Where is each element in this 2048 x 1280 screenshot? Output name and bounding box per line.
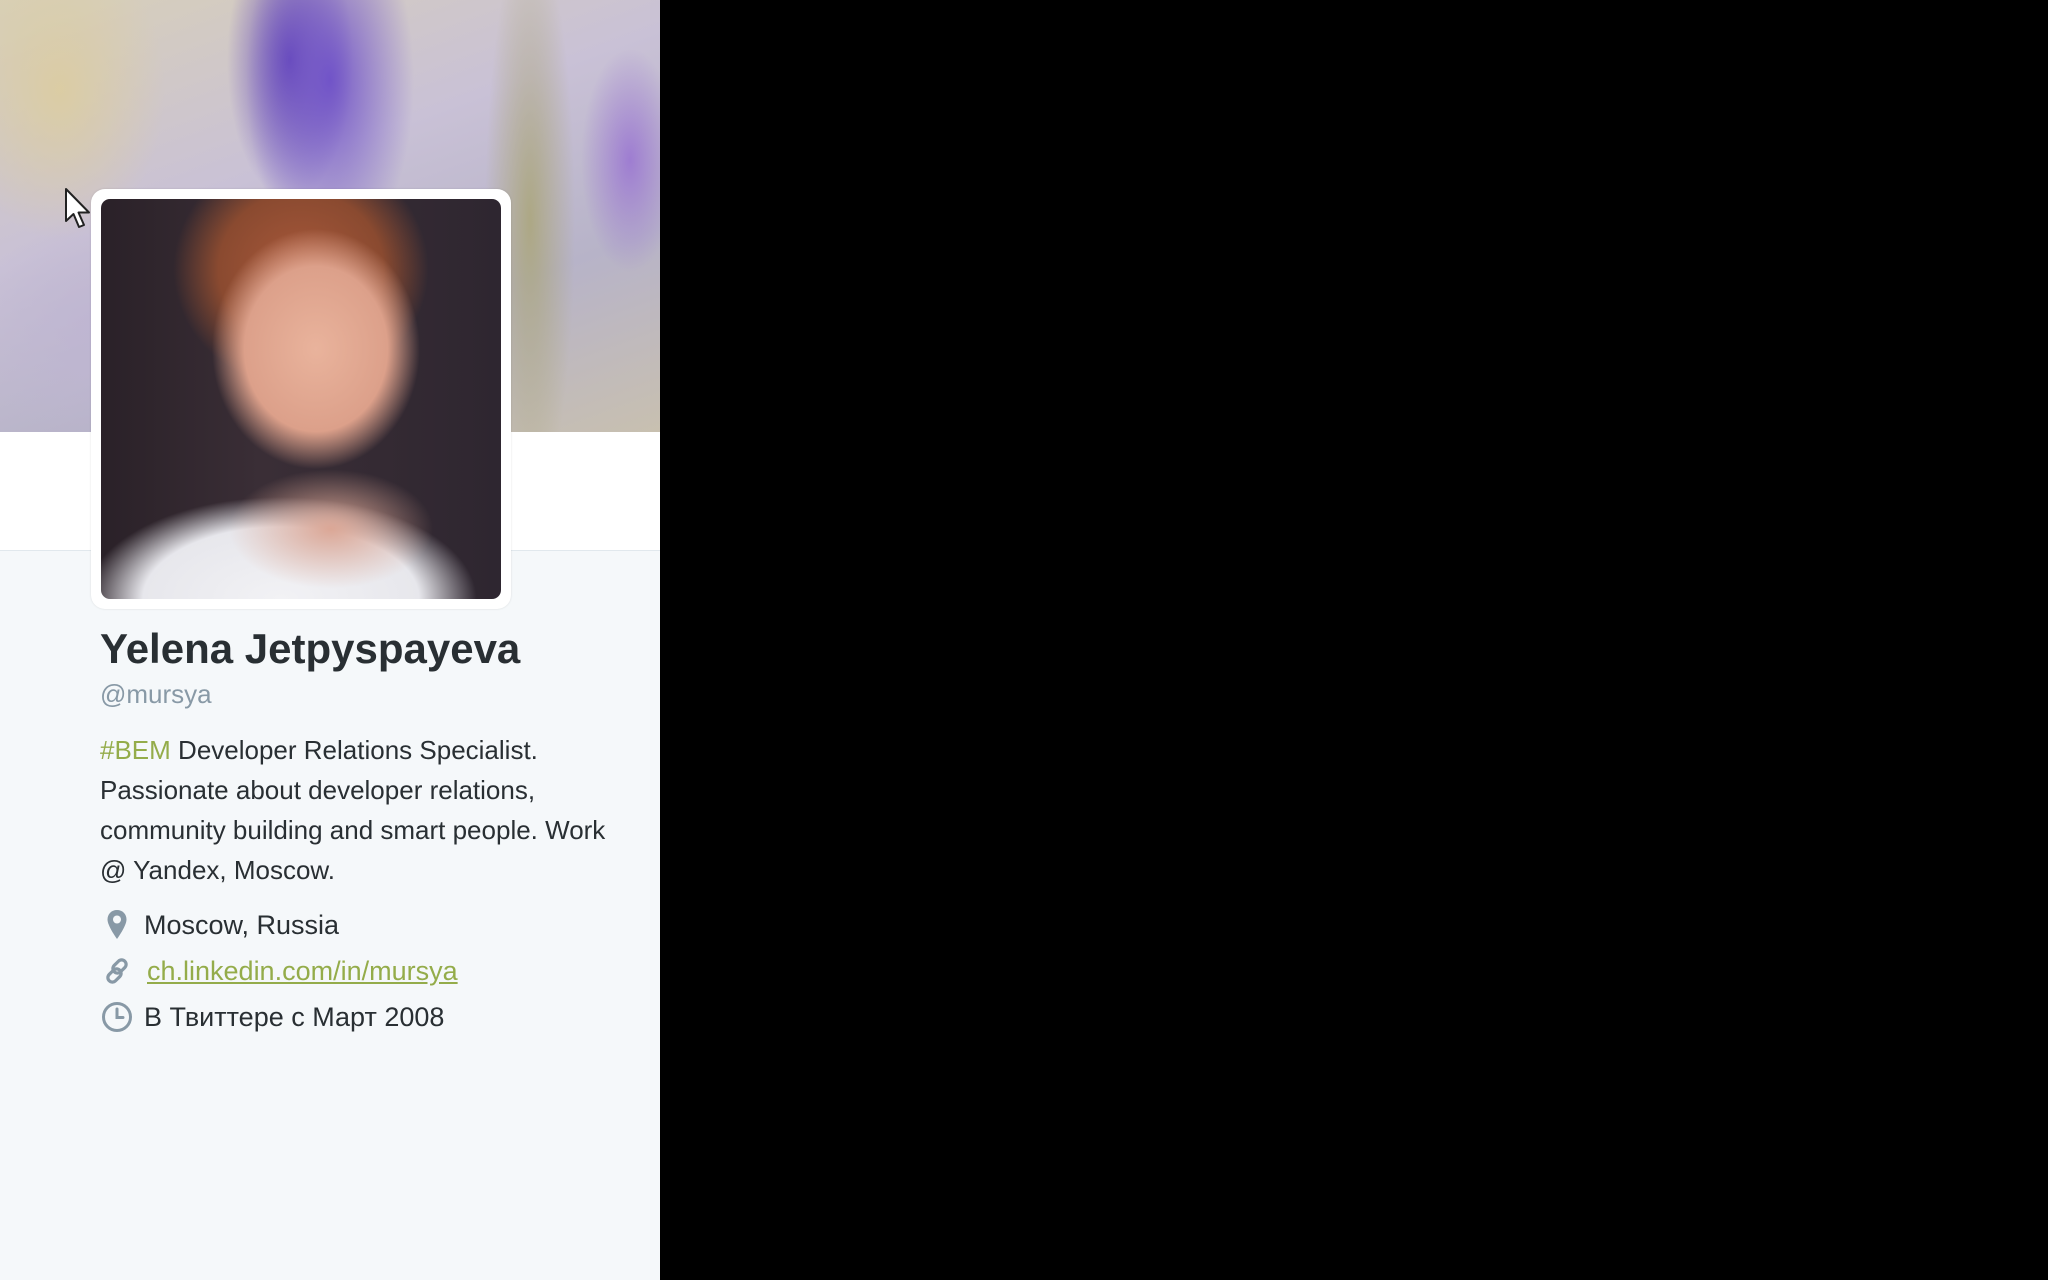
profile-url-row: ch.linkedin.com/in/mursya [100,951,458,991]
map-pin-icon [100,908,134,942]
screen: Yelena Jetpyspayeva @mursya #BEM Develop… [0,0,2048,1280]
profile-joined-row: В Твиттере с Март 2008 [100,997,444,1037]
profile-panel: Yelena Jetpyspayeva @mursya #BEM Develop… [0,0,660,1280]
bio-hashtag-link[interactable]: #BEM [100,735,171,765]
profile-location-text: Moscow, Russia [144,909,340,940]
avatar[interactable] [101,199,501,599]
mouse-cursor [64,187,92,231]
profile-handle[interactable]: @mursya [100,679,212,710]
profile-bio: #BEM Developer Relations Specialist. Pas… [100,730,620,890]
profile-location-row: Moscow, Russia [100,905,339,945]
avatar-frame[interactable] [91,189,511,609]
profile-name[interactable]: Yelena Jetpyspayeva [100,625,520,673]
profile-joined-text: В Твиттере с Март 2008 [144,1001,445,1032]
clock-icon [100,1000,134,1034]
profile-url-link[interactable]: ch.linkedin.com/in/mursya [147,956,458,987]
link-icon [100,954,134,988]
bio-text: Developer Relations Specialist. Passiona… [100,735,606,885]
